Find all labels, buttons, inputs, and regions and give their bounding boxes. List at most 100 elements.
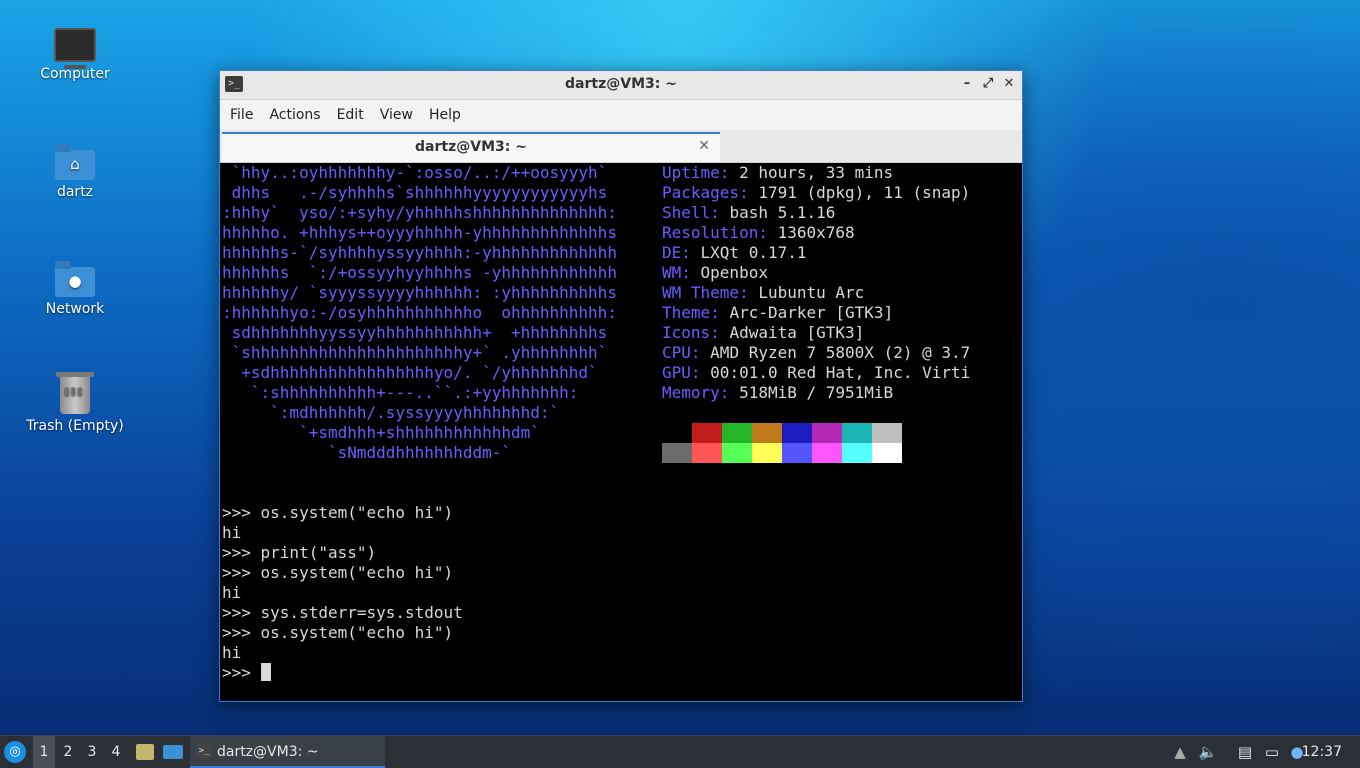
info-value: AMD Ryzen 7 5800X (2) @ 3.7 bbox=[710, 343, 971, 362]
info-row: Shell: bash 5.1.16 bbox=[662, 203, 836, 222]
file-manager-icon bbox=[136, 744, 154, 760]
computer-icon bbox=[54, 28, 96, 69]
tab-close-icon[interactable]: ✕ bbox=[698, 138, 710, 154]
desktop-icon-trash[interactable]: Trash (Empty) bbox=[15, 372, 135, 434]
info-key: CPU bbox=[662, 343, 691, 362]
menu-edit[interactable]: Edit bbox=[329, 107, 372, 123]
info-row: Theme: Arc-Darker [GTK3] bbox=[662, 303, 894, 322]
menu-file[interactable]: File bbox=[222, 107, 261, 123]
palette-swatch bbox=[752, 443, 782, 463]
info-row: CPU: AMD Ryzen 7 5800X (2) @ 3.7 bbox=[662, 343, 971, 362]
repl-line: hi bbox=[222, 643, 242, 662]
repl-line: >>> os.system("echo hi") bbox=[222, 623, 454, 642]
repl-prompt: >>> bbox=[222, 663, 261, 682]
neofetch-logo: `hhy..:oyhhhhhhhy-`:osso/..:/++oosyyyh` … bbox=[222, 163, 617, 462]
text-cursor bbox=[260, 663, 271, 681]
network-icon[interactable]: ▭ bbox=[1261, 736, 1283, 768]
system-info: Uptime: 2 hours, 33 mins Packages: 1791 … bbox=[662, 163, 970, 403]
info-value: Lubuntu Arc bbox=[758, 283, 865, 302]
info-key: DE bbox=[662, 243, 682, 262]
palette-swatch bbox=[722, 423, 752, 443]
info-key: WM Theme bbox=[662, 283, 740, 302]
network-folder-icon: ● bbox=[55, 261, 95, 297]
palette-swatch bbox=[662, 423, 692, 443]
desktop-icon-label: Network bbox=[45, 301, 105, 317]
minimize-button[interactable]: – bbox=[958, 75, 976, 93]
info-row: WM Theme: Lubuntu Arc bbox=[662, 283, 865, 302]
terminal-icon: >_ bbox=[196, 744, 212, 758]
palette-swatch bbox=[872, 443, 902, 463]
terminal-output[interactable]: `hhy..:oyhhhhhhhy-`:osso/..:/++oosyyyh` … bbox=[222, 163, 1020, 699]
quicklaunch-file-manager[interactable] bbox=[134, 736, 156, 768]
taskbar-task-terminal[interactable]: >_ dartz@VM3: ~ bbox=[190, 736, 385, 768]
info-value: Arc-Darker [GTK3] bbox=[729, 303, 894, 322]
palette-swatch bbox=[662, 443, 692, 463]
menu-bar: File Actions Edit View Help bbox=[220, 100, 1022, 130]
python-repl: >>> os.system("echo hi") hi >>> print("a… bbox=[222, 503, 463, 683]
palette-swatch bbox=[842, 423, 872, 443]
task-label: dartz@VM3: ~ bbox=[217, 744, 319, 760]
palette-swatch bbox=[872, 423, 902, 443]
repl-line: hi bbox=[222, 523, 242, 542]
volume-icon[interactable]: 🔈 bbox=[1197, 736, 1219, 768]
desktop-switch-2[interactable]: 2 bbox=[57, 736, 79, 768]
desktop-icon-label: dartz bbox=[56, 184, 94, 200]
start-menu-button[interactable]: ◎ bbox=[4, 736, 28, 768]
quicklaunch-show-desktop[interactable] bbox=[161, 736, 183, 768]
repl-line: >>> sys.stderr=sys.stdout bbox=[222, 603, 463, 622]
show-desktop-icon bbox=[163, 745, 183, 759]
repl-prompt-line[interactable]: >>> bbox=[222, 663, 463, 683]
repl-line: >>> print("ass") bbox=[222, 543, 377, 562]
palette-swatch bbox=[782, 423, 812, 443]
info-row: Resolution: 1360x768 bbox=[662, 223, 855, 242]
info-key: Packages bbox=[662, 183, 740, 202]
up-arrow-icon[interactable]: ▲ bbox=[1169, 736, 1191, 768]
trash-icon bbox=[56, 372, 94, 414]
palette-swatch bbox=[812, 423, 842, 443]
info-key: Shell bbox=[662, 203, 711, 222]
info-row: Packages: 1791 (dpkg), 11 (snap) bbox=[662, 183, 971, 202]
info-key: Icons bbox=[662, 323, 711, 342]
desktop-switch-3[interactable]: 3 bbox=[81, 736, 103, 768]
info-row: DE: LXQt 0.17.1 bbox=[662, 243, 807, 262]
info-key: Uptime bbox=[662, 163, 720, 182]
info-row: Icons: Adwaita [GTK3] bbox=[662, 323, 865, 342]
desktop-icon-label: Trash (Empty) bbox=[26, 418, 124, 434]
desktop-icon-network[interactable]: ● Network bbox=[15, 257, 135, 317]
info-row: Uptime: 2 hours, 33 mins bbox=[662, 163, 894, 182]
palette-row bbox=[662, 423, 902, 443]
info-row: WM: Openbox bbox=[662, 263, 768, 282]
palette-swatch bbox=[752, 423, 782, 443]
info-value: 00:01.0 Red Hat, Inc. Virti bbox=[710, 363, 971, 382]
terminal-tab[interactable]: dartz@VM3: ~ ✕ bbox=[222, 132, 720, 162]
menu-view[interactable]: View bbox=[372, 107, 421, 123]
info-key: Theme bbox=[662, 303, 711, 322]
desktop-icon-computer[interactable]: Computer bbox=[15, 22, 135, 82]
info-row: GPU: 00:01.0 Red Hat, Inc. Virti bbox=[662, 363, 971, 382]
color-palette bbox=[662, 423, 902, 463]
clock[interactable]: 12:37 bbox=[1302, 736, 1342, 768]
maximize-button[interactable]: ⤢ bbox=[979, 75, 997, 93]
clipboard-icon[interactable]: ▤ bbox=[1234, 736, 1256, 768]
info-key: Memory bbox=[662, 383, 720, 402]
info-value: 2 hours, 33 mins bbox=[739, 163, 894, 182]
desktop-switch-1[interactable]: 1 bbox=[33, 736, 55, 768]
repl-line: >>> os.system("echo hi") bbox=[222, 503, 454, 522]
menu-help[interactable]: Help bbox=[421, 107, 469, 123]
info-key: Resolution bbox=[662, 223, 759, 242]
taskbar: ◎ 1 2 3 4 >_ dartz@VM3: ~ ▲ 🔈 ▤ ▭ ● 12:3… bbox=[0, 735, 1360, 768]
menu-actions[interactable]: Actions bbox=[261, 107, 328, 123]
repl-line: >>> os.system("echo hi") bbox=[222, 563, 454, 582]
window-title: dartz@VM3: ~ bbox=[565, 76, 677, 92]
desktop-switch-4[interactable]: 4 bbox=[105, 736, 127, 768]
lubuntu-logo-icon: ◎ bbox=[4, 741, 26, 763]
info-value: LXQt 0.17.1 bbox=[700, 243, 807, 262]
palette-swatch bbox=[812, 443, 842, 463]
desktop-icon-home[interactable]: ⌂ dartz bbox=[15, 140, 135, 200]
info-key: WM bbox=[662, 263, 682, 282]
palette-swatch bbox=[782, 443, 812, 463]
close-button[interactable]: ✕ bbox=[1000, 75, 1018, 93]
palette-swatch bbox=[692, 423, 722, 443]
palette-swatch bbox=[722, 443, 752, 463]
window-titlebar[interactable]: >_ dartz@VM3: ~ – ⤢ ✕ bbox=[220, 71, 1022, 100]
